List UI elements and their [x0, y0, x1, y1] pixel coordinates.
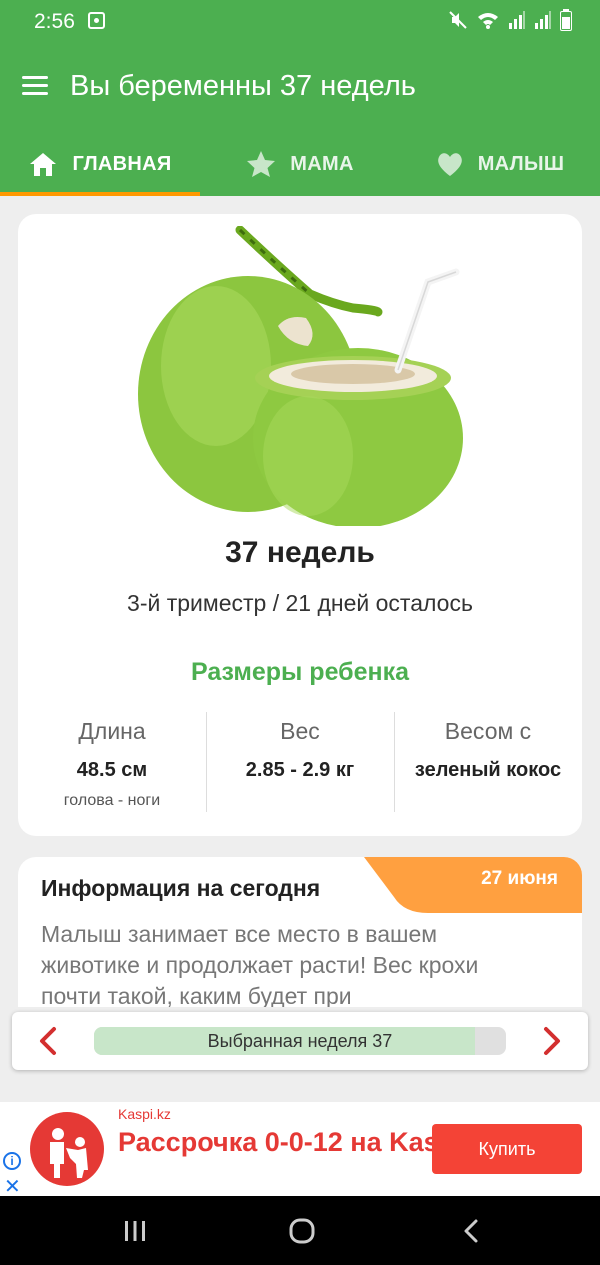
- home-button-icon[interactable]: [288, 1218, 316, 1244]
- week-selector: Выбранная неделя 37: [12, 1012, 588, 1070]
- tab-baby-label: МАЛЫШ: [477, 152, 565, 175]
- metric-comparison: Весом с зеленый кокос: [394, 712, 582, 812]
- info-title: Информация на сегодня: [41, 875, 321, 901]
- tab-home[interactable]: ГЛАВНАЯ: [0, 132, 200, 196]
- metric-value: 48.5 см: [76, 759, 148, 781]
- metric-length: Длина 48.5 см голова - ноги: [18, 712, 206, 812]
- tab-home-label: ГЛАВНАЯ: [72, 152, 172, 175]
- notification-icon: [88, 12, 105, 29]
- ad-info-icon[interactable]: i: [3, 1152, 21, 1170]
- coconut-image: [138, 226, 463, 526]
- week-progress-label: Выбранная неделя 37: [207, 1031, 393, 1051]
- weeks-heading: 37 недель: [225, 536, 375, 569]
- week-progress-bar[interactable]: Выбранная неделя 37: [94, 1027, 506, 1055]
- heart-icon: [437, 153, 462, 176]
- metric-label: Весом с: [444, 718, 532, 744]
- ad-buy-button[interactable]: Купить: [432, 1124, 582, 1174]
- status-bar: 2:56: [0, 0, 600, 44]
- kaspi-logo-icon: [30, 1112, 104, 1186]
- menu-icon[interactable]: [22, 76, 48, 96]
- tab-bar: ГЛАВНАЯ МАМА МАЛЫШ: [0, 132, 600, 196]
- tab-mama[interactable]: МАМА: [200, 132, 400, 196]
- system-icons: [448, 9, 572, 31]
- date-badge: 27 июня: [364, 857, 582, 913]
- baby-metrics: Длина 48.5 см голова - ноги Вес 2.85 - 2…: [18, 712, 582, 812]
- tab-baby[interactable]: МАЛЫШ: [400, 132, 600, 196]
- metric-sub: голова - ноги: [63, 792, 161, 809]
- app-bar: Вы беременны 37 недель: [0, 44, 600, 132]
- chevron-right-icon[interactable]: [538, 1026, 566, 1056]
- status-time: 2:56: [34, 10, 75, 33]
- metric-weight: Вес 2.85 - 2.9 кг: [206, 712, 394, 812]
- ad-banner[interactable]: i ✕ Kaspi.kz Рассрочка 0-0-12 на Kaspi.k…: [0, 1102, 600, 1198]
- signal-icon: [509, 11, 525, 29]
- date-text: 27 июня: [481, 868, 558, 889]
- wifi-icon: [478, 13, 498, 29]
- baby-sizes-title: Размеры ребенка: [190, 658, 410, 686]
- trimester-text: 3-й триместр / 21 дней осталось: [127, 590, 473, 616]
- signal-icon-2: [535, 11, 551, 29]
- battery-icon: [560, 9, 572, 31]
- back-icon[interactable]: [460, 1218, 482, 1244]
- mute-icon: [449, 11, 467, 29]
- metric-label: Длина: [78, 718, 146, 744]
- home-icon: [30, 153, 57, 176]
- week-overview-card: 37 недель 3-й триместр / 21 дней осталос…: [18, 214, 582, 836]
- system-nav-bar: [0, 1196, 600, 1265]
- metric-value: зеленый кокос: [414, 759, 562, 781]
- metric-value: 2.85 - 2.9 кг: [245, 759, 355, 781]
- metric-label: Вес: [280, 718, 320, 744]
- recents-icon[interactable]: [122, 1218, 148, 1244]
- chevron-left-icon[interactable]: [34, 1026, 62, 1056]
- ad-brand: Kaspi.kz: [118, 1106, 171, 1122]
- info-body: Малыш занимает все место в вашем животик…: [41, 921, 479, 1007]
- daily-info-card[interactable]: 27 июня Информация на сегодня Малыш зани…: [18, 857, 582, 1007]
- page-title: Вы беременны 37 недель: [70, 70, 416, 102]
- tab-mama-label: МАМА: [290, 152, 354, 175]
- star-icon: [247, 151, 276, 177]
